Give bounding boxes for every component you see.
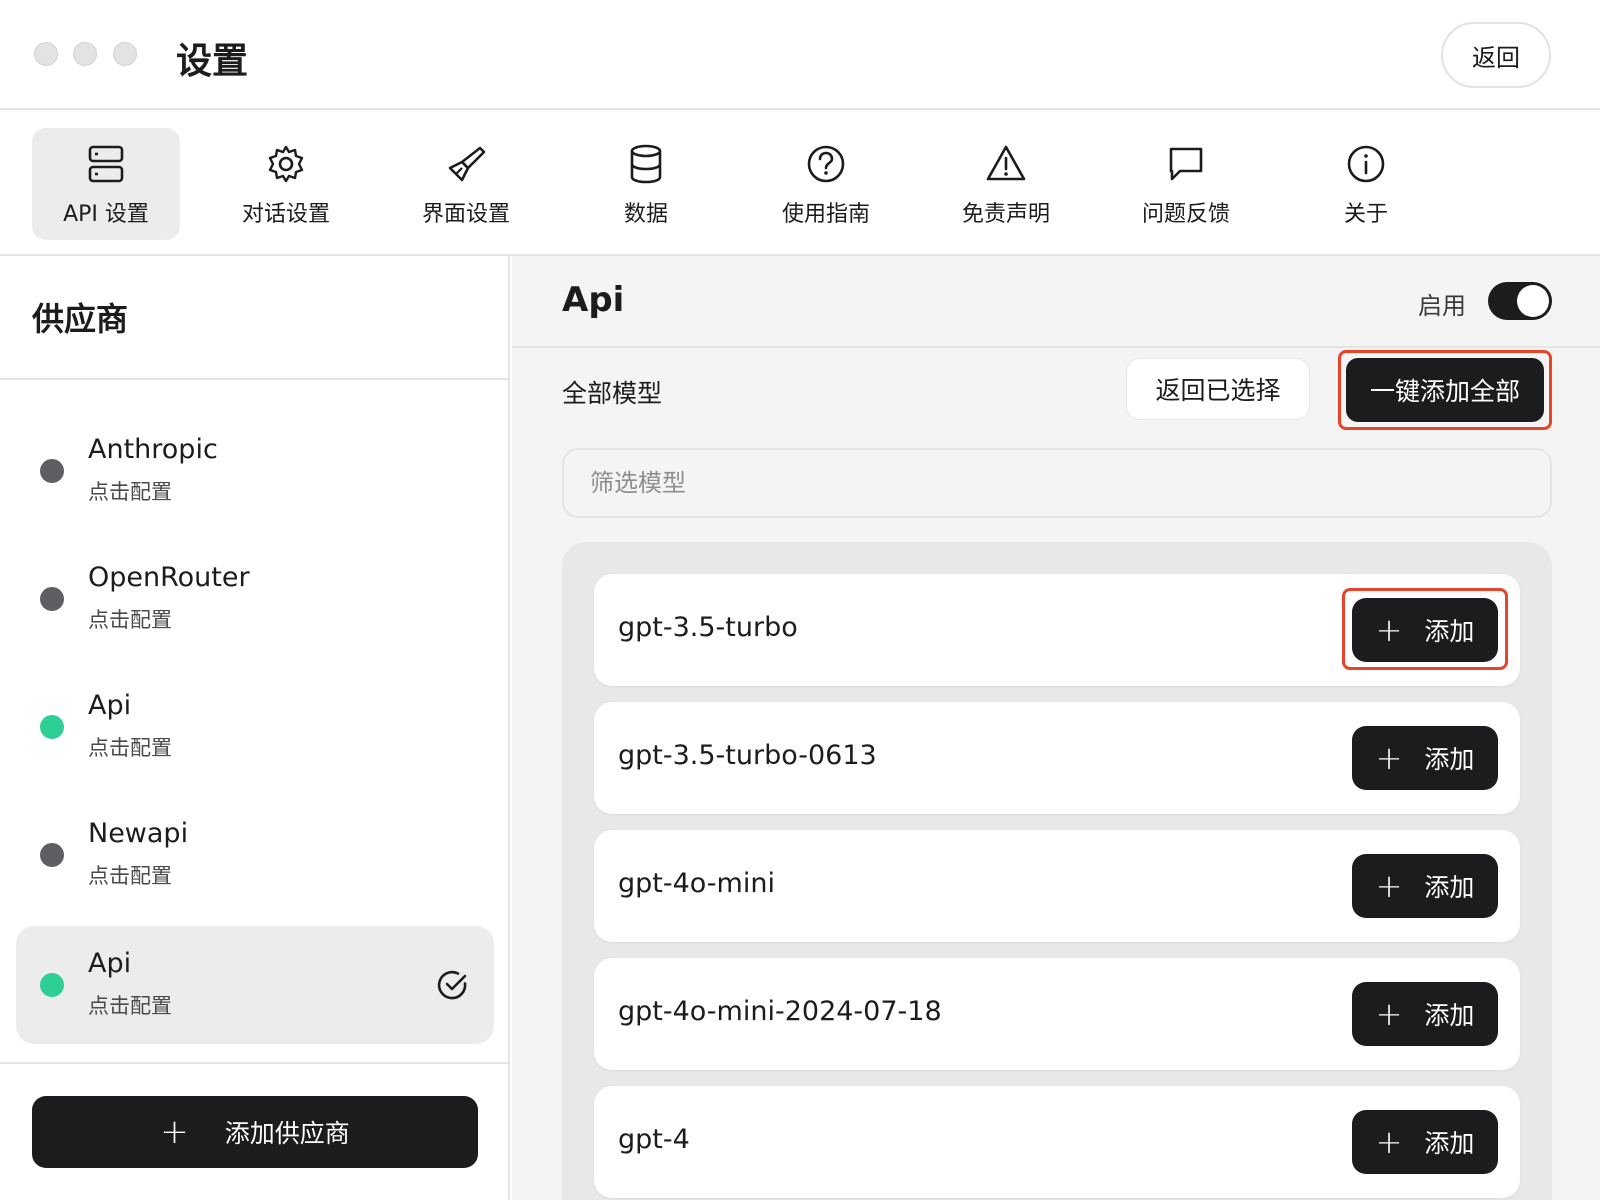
sidebar-title: 供应商	[32, 300, 129, 338]
title-bar: 设置 返回	[0, 0, 1600, 110]
provider-subtitle: 点击配置	[88, 736, 172, 760]
plus-icon: +	[1375, 739, 1403, 777]
gear-icon	[268, 145, 304, 183]
provider-name: Anthropic	[88, 434, 218, 465]
sidebar-header: 供应商	[0, 256, 508, 380]
plus-icon: +	[1375, 867, 1403, 905]
add-label: 添加	[1424, 617, 1475, 646]
enable-label: 启用	[1418, 292, 1466, 320]
sidebar-footer: + 添加供应商	[0, 1062, 510, 1200]
provider-subtitle: 点击配置	[88, 480, 172, 504]
provider-subtitle: 点击配置	[88, 608, 172, 632]
minimize-window-button[interactable]	[73, 42, 97, 66]
status-dot	[40, 843, 64, 867]
provider-subtitle: 点击配置	[88, 994, 172, 1018]
tab-label: 对话设置	[241, 202, 330, 227]
model-row: gpt-3.5-turbo + 添加	[594, 574, 1520, 686]
tab-label: 数据	[623, 202, 668, 227]
panel-header: Api 启用	[512, 256, 1600, 348]
tab-about[interactable]: 关于	[1292, 128, 1440, 240]
tab-chat-settings[interactable]: 对话设置	[212, 128, 360, 240]
warning-icon	[986, 145, 1026, 181]
toggle-knob	[1517, 285, 1549, 317]
back-to-selected-button[interactable]: 返回已选择	[1126, 358, 1310, 420]
add-label: 添加	[1424, 873, 1475, 902]
settings-window: 设置 返回 API 设置 对话设置 界面设置 数据 使用指南 免责声明 问题反馈…	[0, 0, 1600, 1200]
add-model-button[interactable]: + 添加	[1352, 598, 1498, 662]
window-title: 设置	[176, 41, 249, 82]
tab-label: 免责声明	[961, 202, 1050, 227]
provider-item-openrouter[interactable]: OpenRouter 点击配置	[16, 540, 494, 658]
model-row: gpt-4o-mini + 添加	[594, 830, 1520, 942]
tab-label: 问题反馈	[1141, 202, 1230, 227]
tab-data[interactable]: 数据	[572, 128, 720, 240]
model-name: gpt-4o-mini-2024-07-18	[618, 996, 942, 1027]
tab-interface-settings[interactable]: 界面设置	[392, 128, 540, 240]
status-dot	[40, 715, 64, 739]
model-name: gpt-3.5-turbo	[618, 612, 798, 643]
zoom-window-button[interactable]	[113, 42, 137, 66]
add-provider-label: 添加供应商	[224, 1119, 350, 1148]
plus-icon: +	[1375, 995, 1403, 1033]
tab-label: 界面设置	[421, 202, 510, 227]
add-label: 添加	[1424, 1129, 1475, 1158]
model-name: gpt-4	[618, 1124, 690, 1155]
model-row: gpt-4o-mini-2024-07-18 + 添加	[594, 958, 1520, 1070]
provider-title: Api	[562, 280, 625, 320]
tab-feedback[interactable]: 问题反馈	[1112, 128, 1260, 240]
settings-tab-bar: API 设置 对话设置 界面设置 数据 使用指南 免责声明 问题反馈 关于	[0, 110, 1600, 256]
tab-usage-guide[interactable]: 使用指南	[752, 128, 900, 240]
model-name: gpt-3.5-turbo-0613	[618, 740, 877, 771]
provider-name: Api	[88, 948, 132, 979]
database-icon	[630, 144, 662, 184]
enable-toggle[interactable]	[1488, 282, 1552, 320]
back-button[interactable]: 返回	[1441, 22, 1551, 88]
provider-item-api-selected[interactable]: Api 点击配置	[16, 926, 494, 1044]
plus-icon: +	[1375, 611, 1403, 649]
tab-disclaimer[interactable]: 免责声明	[932, 128, 1080, 240]
provider-item-newapi[interactable]: Newapi 点击配置	[16, 796, 494, 914]
add-label: 添加	[1424, 745, 1475, 774]
brush-icon	[448, 146, 486, 182]
status-dot	[40, 973, 64, 997]
model-list: gpt-3.5-turbo + 添加 gpt-3.5-turbo-0613 + …	[562, 542, 1552, 1200]
server-icon	[88, 145, 124, 183]
info-icon	[1347, 145, 1385, 183]
tab-label: 使用指南	[781, 202, 870, 227]
provider-name: OpenRouter	[88, 562, 250, 593]
status-dot	[40, 587, 64, 611]
check-circle-icon	[437, 970, 467, 1000]
model-name: gpt-4o-mini	[618, 868, 775, 899]
add-label: 添加	[1424, 1001, 1475, 1030]
filter-models-input[interactable]	[562, 448, 1552, 518]
help-circle-icon	[807, 145, 845, 183]
close-window-button[interactable]	[34, 42, 58, 66]
status-dot	[40, 459, 64, 483]
add-provider-button[interactable]: + 添加供应商	[32, 1096, 478, 1168]
add-model-button[interactable]: + 添加	[1352, 982, 1498, 1046]
provider-item-api[interactable]: Api 点击配置	[16, 668, 494, 786]
tab-api-settings[interactable]: API 设置	[32, 128, 180, 240]
model-row: gpt-3.5-turbo-0613 + 添加	[594, 702, 1520, 814]
model-row: gpt-4 + 添加	[594, 1086, 1520, 1198]
provider-detail-panel: Api 启用 全部模型 返回已选择 一键添加全部 gpt-3.5-turbo +…	[512, 256, 1600, 1200]
add-all-models-button[interactable]: 一键添加全部	[1346, 358, 1544, 422]
all-models-heading: 全部模型	[562, 379, 663, 408]
provider-name: Newapi	[88, 818, 189, 849]
provider-name: Api	[88, 690, 132, 721]
chat-bubble-icon	[1169, 147, 1203, 181]
add-model-button[interactable]: + 添加	[1352, 854, 1498, 918]
plus-icon: +	[1375, 1123, 1403, 1161]
plus-icon: +	[160, 1112, 189, 1152]
provider-subtitle: 点击配置	[88, 864, 172, 888]
provider-sidebar: 供应商 Anthropic 点击配置 OpenRouter 点击配置 Api 点…	[0, 256, 510, 1200]
tab-label: 关于	[1343, 202, 1388, 227]
tab-label: API 设置	[63, 202, 149, 227]
provider-item-anthropic[interactable]: Anthropic 点击配置	[16, 412, 494, 530]
add-model-button[interactable]: + 添加	[1352, 1110, 1498, 1174]
add-model-button[interactable]: + 添加	[1352, 726, 1498, 790]
